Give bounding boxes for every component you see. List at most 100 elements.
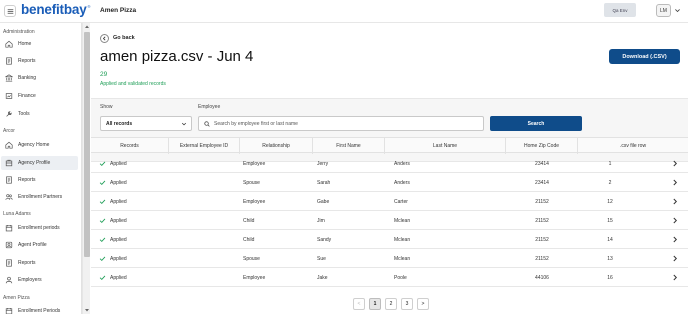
sidebar-item-label: Agency Home [18, 142, 50, 148]
environment-button[interactable]: Qa Env [604, 3, 636, 17]
sidebar-item-enrollment-periods[interactable]: Enrollment Periods [1, 304, 78, 314]
chevron-down-icon[interactable] [674, 7, 681, 14]
show-value: All records [106, 120, 133, 127]
sidebar-item-tools[interactable]: Tools [1, 107, 78, 121]
sidebar-item-label: Agent Profile [18, 242, 47, 248]
scroll-down-icon[interactable] [84, 308, 90, 313]
check-icon [99, 218, 106, 224]
table-cell-zip: 21152 [506, 249, 578, 268]
sidebar-item-reports[interactable]: Reports [1, 173, 78, 187]
download-csv-button[interactable]: Download (.CSV) [609, 49, 680, 64]
tools-icon [5, 110, 13, 118]
sidebar-item-agency-profile[interactable]: Agency Profile [1, 156, 78, 170]
home-icon [5, 141, 13, 149]
table-cell-relationship: Child [243, 211, 313, 230]
check-icon [99, 161, 106, 167]
calendar-icon [5, 224, 13, 232]
chevron-right-icon[interactable] [672, 198, 678, 205]
scroll-up-icon[interactable] [84, 24, 90, 29]
sidebar-item-reports[interactable]: Reports [1, 54, 78, 68]
sidebar-item-label: Agency Profile [18, 160, 51, 166]
sidebar-item-finance[interactable]: Finance [1, 89, 78, 103]
column-header[interactable]: External Employee ID [169, 138, 240, 154]
employee-search-field[interactable] [198, 116, 484, 131]
chevron-right-icon[interactable] [672, 255, 678, 262]
search-button[interactable]: Search [490, 116, 582, 131]
sidebar-item-enrollment-partners[interactable]: Enrollment Partners [1, 190, 78, 204]
column-header[interactable]: .csv file row [578, 138, 688, 154]
back-button[interactable] [100, 34, 109, 43]
table-row[interactable]: Applied Spouse Sarah Anders 23414 2 [91, 173, 688, 192]
cell-text: 21152 [535, 255, 549, 262]
sidebar-item-label: Home [18, 41, 32, 47]
sidebar-item-label: Enrollment periods [18, 225, 60, 231]
cell-text: 21152 [535, 198, 549, 205]
sidebar-item-label: Reports [18, 58, 36, 64]
table-row[interactable]: Applied Employee Gabe Carter 21152 12 [91, 192, 688, 211]
chevron-right-icon[interactable] [672, 236, 678, 243]
cell-text: 15 [607, 217, 613, 224]
table-row[interactable]: Applied Child Jim Mclean 21152 15 [91, 211, 688, 230]
column-header[interactable]: Last Name [385, 138, 506, 154]
column-header[interactable]: Relationship [240, 138, 313, 154]
employee-search-input[interactable] [214, 120, 474, 127]
table-cell-status: Applied [99, 230, 169, 249]
table-cell-status: Applied [99, 154, 169, 173]
page-2-button[interactable]: 2 [385, 298, 397, 310]
cell-text: Spouse [243, 255, 260, 262]
check-icon [99, 199, 106, 205]
cell-text: Sarah [317, 179, 331, 186]
sidebar-item-banking[interactable]: Banking [1, 71, 78, 85]
previous-page-button[interactable]: < [353, 298, 365, 310]
cell-text: Mclean [394, 217, 411, 224]
menu-icon[interactable] [4, 5, 16, 17]
sidebar-item-home[interactable]: Home [1, 37, 78, 51]
employers-icon [5, 276, 13, 284]
sidebar-item-enrollment-periods[interactable]: Enrollment periods [1, 221, 78, 235]
column-header[interactable]: Home Zip Code [506, 138, 578, 154]
cell-text: Anders [394, 179, 410, 186]
chevron-right-icon[interactable] [672, 179, 678, 186]
table-header: Records External Employee ID Relationship F… [91, 137, 688, 154]
table-cell-status: Applied [99, 211, 169, 230]
cell-text: Poole [394, 274, 407, 281]
table-cell-relationship: Employee [243, 268, 313, 287]
column-header[interactable]: First Name [313, 138, 385, 154]
cell-text: Applied [110, 217, 127, 224]
table-cell-relationship: Child [243, 230, 313, 249]
table-row[interactable]: Applied Spouse Sue Mclean 21152 13 [91, 249, 688, 268]
chevron-right-icon[interactable] [672, 160, 678, 167]
logo[interactable]: benefitbay ® [21, 2, 90, 20]
scrollbar-thumb[interactable] [84, 32, 90, 257]
chevron-right-icon[interactable] [672, 274, 678, 281]
cell-text: Applied [110, 179, 127, 186]
page-3-button[interactable]: 3 [401, 298, 413, 310]
table-cell-last: Mclean [394, 230, 506, 249]
column-header[interactable]: Records [91, 138, 169, 154]
sidebar-item-agency-home[interactable]: Agency Home [1, 138, 78, 152]
cell-text: Carter [394, 198, 408, 205]
table-row[interactable]: Applied Employee Jake Poole 44106 16 [91, 268, 688, 287]
cell-text: Mclean [394, 255, 411, 262]
chevron-down-icon [181, 122, 187, 126]
sidebar-scrollbar[interactable] [82, 23, 90, 314]
avatar[interactable]: LM [656, 4, 671, 17]
sidebar-item-employers[interactable]: Employers [1, 273, 78, 287]
chevron-right-icon[interactable] [672, 217, 678, 224]
sidebar-section-title: Luna Adams [3, 211, 31, 217]
record-count: 29 [100, 71, 108, 78]
sidebar-item-agent-profile[interactable]: Agent Profile [1, 238, 78, 252]
cell-text: Jim [317, 217, 325, 224]
next-page-button[interactable]: > [417, 298, 429, 310]
back-label[interactable]: Go back [113, 35, 135, 41]
sidebar-item-reports[interactable]: Reports [1, 256, 78, 270]
table-row[interactable]: Applied Child Sandy Mclean 21152 14 [91, 230, 688, 249]
show-select[interactable]: All records [100, 116, 192, 131]
cell-text: 16 [607, 274, 613, 281]
logo-text: benefitbay [21, 2, 87, 17]
cell-text: Spouse [243, 179, 260, 186]
cell-text: Employee [243, 198, 266, 205]
cell-text: Sue [317, 255, 326, 262]
table-row[interactable]: Applied Employee Jerry Anders 23414 1 [91, 154, 688, 173]
page-1-button[interactable]: 1 [369, 298, 381, 310]
